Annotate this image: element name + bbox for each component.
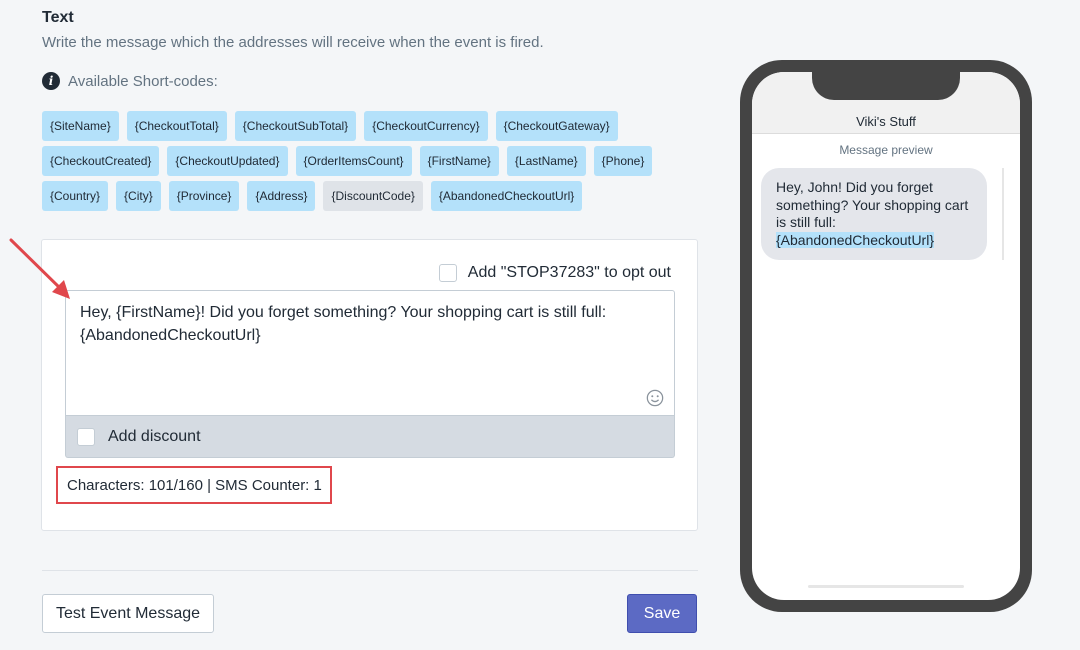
message-line-1: Hey, {FirstName}! Did you forget somethi… (80, 304, 607, 321)
save-button[interactable]: Save (627, 594, 697, 633)
contact-name: Viki's Stuff (856, 114, 916, 129)
section-description: Write the message which the addresses wi… (42, 34, 544, 51)
shortcode-tag[interactable]: {CheckoutCreated} (42, 146, 160, 176)
smiley-icon[interactable] (646, 389, 664, 407)
shortcode-tag[interactable]: {OrderItemsCount} (295, 146, 412, 176)
shortcode-tag[interactable]: {CheckoutGateway} (495, 111, 618, 141)
shortcode-tag[interactable]: {FirstName} (419, 146, 499, 176)
shortcodes-heading-label: Available Short-codes: (68, 72, 218, 90)
message-editor-card: Add "STOP37283" to opt out Hey, {FirstNa… (41, 239, 698, 531)
shortcode-tag[interactable]: {LastName} (506, 146, 586, 176)
red-arrow-icon (9, 238, 70, 299)
shortcode-tag[interactable]: {City} (116, 181, 161, 211)
test-event-message-button[interactable]: Test Event Message (42, 594, 214, 633)
shortcode-tag[interactable]: {CheckoutCurrency} (364, 111, 488, 141)
add-discount-option[interactable]: Add discount (65, 416, 675, 458)
shortcode-row-3: {Country} {City} {Province} {Address} {D… (42, 181, 642, 211)
shortcode-list: {SiteName} {CheckoutTotal} {CheckoutSubT… (42, 111, 653, 216)
character-counter: Characters: 101/160 | SMS Counter: 1 (56, 466, 332, 504)
message-textarea[interactable]: Hey, {FirstName}! Did you forget somethi… (65, 290, 675, 416)
add-discount-checkbox[interactable] (77, 427, 95, 446)
message-line-2: {AbandonedCheckoutUrl} (80, 327, 261, 344)
bubble-link: {AbandonedCheckoutUrl} (776, 231, 935, 248)
section-title: Text (42, 9, 74, 26)
shortcodes-heading: i Available Short-codes: (42, 72, 218, 90)
scrollbar (1002, 168, 1004, 260)
shortcode-tag[interactable]: {CheckoutSubTotal} (234, 111, 357, 141)
shortcode-row-1: {SiteName} {CheckoutTotal} {CheckoutSubT… (42, 111, 642, 141)
shortcode-tag[interactable]: {CheckoutUpdated} (167, 146, 288, 176)
shortcode-tag[interactable]: {AbandonedCheckoutUrl} (430, 181, 583, 211)
optout-checkbox[interactable] (438, 264, 457, 282)
add-discount-label: Add discount (108, 427, 201, 445)
phone-preview: Viki's Stuff Message preview Hey, John! … (740, 60, 1032, 612)
shortcode-tag[interactable]: {SiteName} (42, 111, 119, 141)
optout-option[interactable]: Add "STOP37283" to opt out (438, 264, 671, 282)
shortcode-tag[interactable]: {Phone} (593, 146, 653, 176)
shortcode-row-2: {CheckoutCreated} {CheckoutUpdated} {Ord… (42, 146, 653, 176)
bubble-text: Hey, John! Did you forget something? You… (776, 179, 969, 230)
divider (42, 570, 698, 571)
optout-label: Add "STOP37283" to opt out (467, 264, 671, 281)
shortcode-tag[interactable]: {CheckoutTotal} (126, 111, 227, 141)
shortcode-tag[interactable]: {Country} (42, 181, 109, 211)
phone-screen: Viki's Stuff Message preview Hey, John! … (752, 72, 1020, 600)
info-icon: i (42, 72, 60, 90)
shortcode-tag[interactable]: {Province} (168, 181, 240, 211)
shortcode-tag[interactable]: {Address} (247, 181, 316, 211)
message-bubble: Hey, John! Did you forget something? You… (761, 168, 987, 260)
shortcode-tag-disabled: {DiscountCode} (323, 181, 423, 211)
phone-notch (812, 72, 960, 100)
home-indicator (808, 585, 964, 588)
message-preview-label: Message preview (839, 143, 933, 157)
